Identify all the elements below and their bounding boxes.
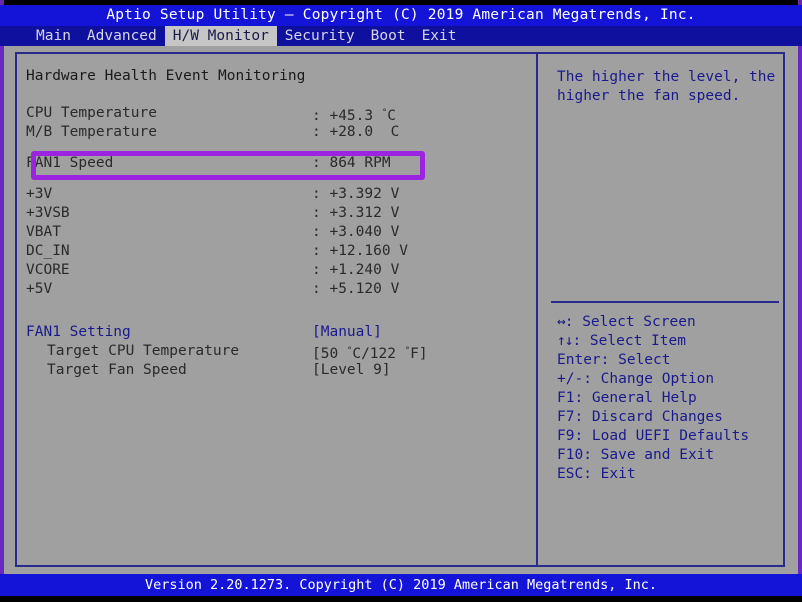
monitor-row-target-fan-speed[interactable]: Target Fan Speed [Level 9] [17, 361, 535, 380]
row-label: FAN1 Speed [26, 154, 113, 173]
key-hint-label: ESC: Exit [557, 466, 636, 482]
monitor-row-list: CPU Temperature: +45.3 °CM/B Temperature… [17, 104, 535, 380]
key-hint-label: Enter: Select [557, 352, 671, 368]
monitor-row-vbat[interactable]: VBAT : +3.040 V [17, 223, 535, 242]
row-value: : 864 RPM [312, 154, 391, 173]
row-label: +3V [26, 185, 52, 204]
page-title: Hardware Health Event Monitoring [26, 68, 305, 84]
row-label: Target CPU Temperature [47, 342, 239, 361]
row-label: +5V [26, 280, 52, 299]
help-pane: The higher the level, the higher the fan… [549, 54, 785, 565]
key-hint-label: : Select Screen [565, 314, 696, 330]
key-hint-label: F1: General Help [557, 390, 697, 406]
row-spacer [17, 299, 535, 323]
help-separator [551, 301, 779, 303]
bios-setup-screen: Aptio Setup Utility – Copyright (C) 2019… [0, 0, 802, 602]
hardware-monitor-pane: Hardware Health Event Monitoring CPU Tem… [17, 54, 535, 565]
panel-divider [536, 52, 538, 567]
monitor-row-vcore[interactable]: VCORE : +1.240 V [17, 261, 535, 280]
right-edge-artifact [798, 0, 802, 602]
key-hint: +/-: Change Option [557, 370, 785, 389]
row-label: FAN1 Setting [26, 323, 131, 342]
key-hint: ESC: Exit [557, 465, 785, 484]
monitor-row-fan1-setting[interactable]: FAN1 Setting [Manual] [17, 323, 535, 342]
tab-exit[interactable]: Exit [414, 26, 465, 46]
tab-boot[interactable]: Boot [363, 26, 414, 46]
key-hint-label: F7: Discard Changes [557, 409, 723, 425]
row-label: CPU Temperature [26, 104, 157, 123]
row-spacer [17, 142, 535, 154]
row-label: VBAT [26, 223, 61, 242]
menu-bar: MainAdvancedH/W MonitorSecurityBootExit [0, 26, 802, 46]
row-value: : +12.160 V [312, 242, 408, 261]
key-hint-label: F9: Load UEFI Defaults [557, 428, 749, 444]
arrow-key-icon: ↔ [557, 314, 565, 330]
tab-security[interactable]: Security [277, 26, 363, 46]
key-hint: ↔: Select Screen [557, 313, 785, 332]
row-value: : +1.240 V [312, 261, 399, 280]
key-hint-label: : Select Item [572, 333, 686, 349]
tab-main[interactable]: Main [28, 26, 79, 46]
row-label: Target Fan Speed [47, 361, 187, 380]
row-value: [Level 9] [312, 361, 391, 380]
row-value: : +3.040 V [312, 223, 399, 242]
monitor-row-5v[interactable]: +5V : +5.120 V [17, 280, 535, 299]
key-hint: ↑↓: Select Item [557, 332, 785, 351]
row-label: DC_IN [26, 242, 70, 261]
arrow-key-icon: ↑↓ [557, 333, 572, 349]
tab-advanced[interactable]: Advanced [79, 26, 165, 46]
row-value: [Manual] [312, 323, 382, 342]
monitor-row-m-b-temperature[interactable]: M/B Temperature : +28.0 C [17, 123, 535, 142]
monitor-row-cpu-temperature[interactable]: CPU Temperature: +45.3 °C [17, 104, 535, 123]
monitor-row-3v[interactable]: +3V : +3.392 V [17, 185, 535, 204]
content-area: Hardware Health Event Monitoring CPU Tem… [4, 46, 798, 574]
key-hint: F1: General Help [557, 389, 785, 408]
window-title: Aptio Setup Utility – Copyright (C) 2019… [0, 5, 802, 26]
row-value: : +3.392 V [312, 185, 399, 204]
degree-icon: ° [405, 346, 410, 356]
key-hint: F9: Load UEFI Defaults [557, 427, 785, 446]
monitor-row-dc-in[interactable]: DC_IN : +12.160 V [17, 242, 535, 261]
help-description: The higher the level, the higher the fan… [557, 68, 779, 106]
key-hint-label: +/-: Change Option [557, 371, 714, 387]
degree-icon: ° [382, 108, 387, 118]
row-value: : +3.312 V [312, 204, 399, 223]
row-value: : +5.120 V [312, 280, 399, 299]
key-hint-label: F10: Save and Exit [557, 447, 714, 463]
bottom-bezel [0, 596, 802, 602]
monitor-row-3vsb[interactable]: +3VSB : +3.312 V [17, 204, 535, 223]
key-hint: Enter: Select [557, 351, 785, 370]
row-label: VCORE [26, 261, 70, 280]
version-footer: Version 2.20.1273. Copyright (C) 2019 Am… [0, 574, 802, 596]
monitor-row-target-cpu-temperature[interactable]: Target CPU Temperature[50 °C/122 °F] [17, 342, 535, 361]
monitor-row-fan1-speed[interactable]: FAN1 Speed : 864 RPM [17, 154, 535, 173]
key-hint: F7: Discard Changes [557, 408, 785, 427]
tab-h-w-monitor[interactable]: H/W Monitor [165, 26, 277, 46]
degree-icon: ° [347, 346, 352, 356]
key-hint: F10: Save and Exit [557, 446, 785, 465]
row-label: +3VSB [26, 204, 70, 223]
row-spacer [17, 173, 535, 185]
row-label: M/B Temperature [26, 123, 157, 142]
row-value: : +28.0 C [312, 123, 399, 142]
key-legend: ↔: Select Screen↑↓: Select ItemEnter: Se… [557, 313, 785, 484]
